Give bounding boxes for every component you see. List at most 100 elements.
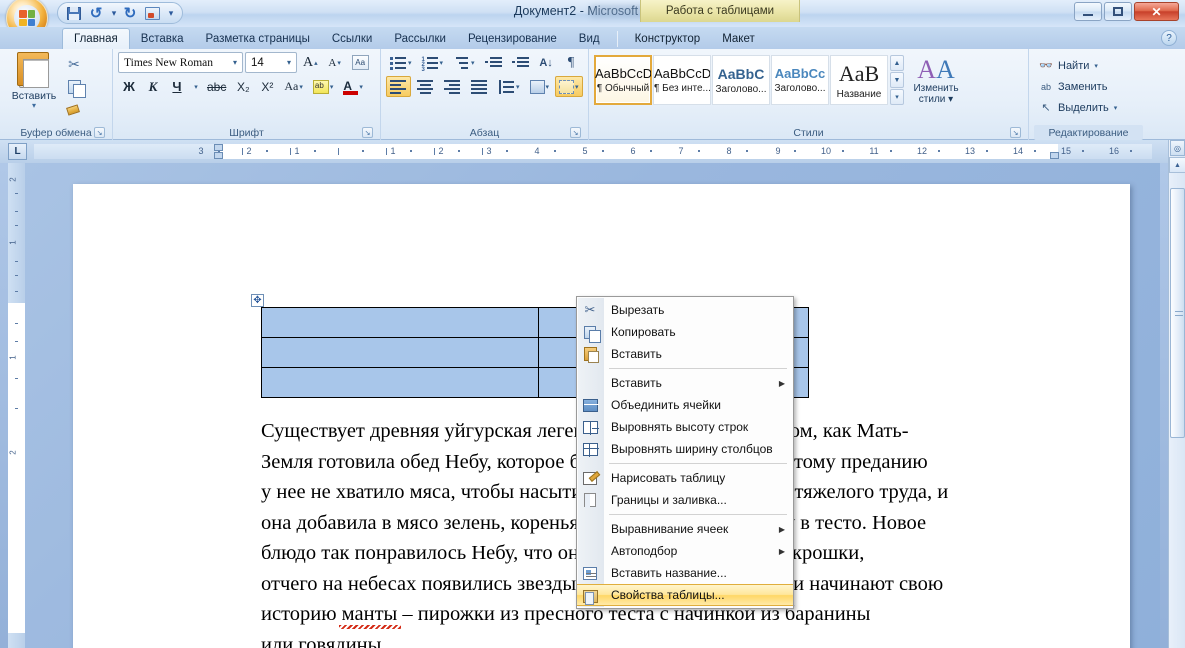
scrollbar-thumb[interactable]: [1170, 188, 1185, 438]
tab-ssylki[interactable]: Ссылки: [321, 28, 384, 49]
save-button[interactable]: [64, 4, 84, 22]
help-button[interactable]: ?: [1161, 30, 1177, 46]
tab-maket[interactable]: Макет: [711, 28, 766, 49]
context-menu-item-paste[interactable]: Вставить: [577, 343, 793, 365]
bullets-button[interactable]: ▾: [386, 52, 416, 73]
context-menu-item-draw-table[interactable]: Нарисовать таблицу: [577, 467, 793, 489]
redo-button[interactable]: ↻: [120, 4, 140, 22]
context-menu-item-autofit[interactable]: Автоподбор ▶: [577, 540, 793, 562]
justify-button[interactable]: [467, 76, 492, 97]
style-zagolovok-1[interactable]: AaBbC Заголово...: [712, 55, 770, 105]
superscript-button[interactable]: X²: [256, 76, 278, 97]
chevron-down-icon: ▾: [31, 101, 36, 110]
underline-dropdown[interactable]: ▾: [190, 76, 201, 97]
change-case-button[interactable]: Aa ▾: [280, 76, 307, 97]
select-browse-object-button[interactable]: ◎: [1170, 140, 1185, 156]
replace-button[interactable]: ab Заменить: [1034, 76, 1111, 97]
style-nazvanie[interactable]: AaB Название: [830, 55, 888, 105]
styles-dialog-launcher[interactable]: ↘: [1010, 127, 1021, 138]
table-move-handle[interactable]: ✥: [251, 294, 264, 307]
align-right-button[interactable]: [440, 76, 465, 97]
font-color-button[interactable]: A ▾: [339, 76, 367, 97]
context-menu-item-insert-caption[interactable]: Вставить название...: [577, 562, 793, 584]
tab-razmetka-stranicy[interactable]: Разметка страницы: [195, 28, 321, 49]
show-formatting-marks-button[interactable]: ¶: [560, 52, 583, 73]
context-menu-item-borders-shading[interactable]: Границы и заливка...: [577, 489, 793, 511]
align-center-button[interactable]: [413, 76, 438, 97]
tab-glavnaya[interactable]: Главная: [62, 28, 130, 49]
clear-formatting-button[interactable]: Aa: [348, 52, 373, 73]
table-cell[interactable]: [260, 307, 540, 338]
print-preview-button[interactable]: [142, 4, 162, 22]
undo-dropdown[interactable]: ▾: [108, 4, 118, 22]
font-dialog-launcher[interactable]: ↘: [362, 127, 373, 138]
ruler-track[interactable]: 3 2 1 1 2 3 4 5 6 7 8 9 10 11 12 13 14 1…: [34, 144, 1152, 159]
tab-recenzirovanie[interactable]: Рецензирование: [457, 28, 568, 49]
bold-button[interactable]: Ж: [118, 76, 140, 97]
shrink-font-button[interactable]: A ▾: [324, 52, 346, 73]
font-name-combo[interactable]: Times New Roman ▾: [118, 52, 243, 73]
context-menu-item-merge-cells[interactable]: Объединить ячейки: [577, 394, 793, 416]
italic-button[interactable]: К: [142, 76, 164, 97]
style-bez-intervala[interactable]: AaBbCcDc ¶ Без инте...: [653, 55, 711, 105]
context-menu-item-table-properties[interactable]: Свойства таблицы...: [577, 584, 793, 606]
paragraph-dialog-launcher[interactable]: ↘: [570, 127, 581, 138]
shading-button[interactable]: ▾: [526, 76, 554, 97]
style-zagolovok-2[interactable]: AaBbCc Заголово...: [771, 55, 829, 105]
align-left-button[interactable]: [386, 76, 411, 97]
subscript-button[interactable]: X₂: [232, 76, 254, 97]
context-menu-item-cut[interactable]: ✂ Вырезать: [577, 299, 793, 321]
styles-scroll-down-button[interactable]: ▼: [890, 72, 904, 88]
line-spacing-button[interactable]: ▾: [494, 76, 524, 97]
right-indent-marker[interactable]: [1050, 152, 1059, 159]
grow-font-button[interactable]: A ▴: [299, 52, 322, 73]
tab-vstavka[interactable]: Вставка: [130, 28, 195, 49]
table-context-menu[interactable]: ✂ Вырезать Копировать Вставить Вставить …: [576, 296, 794, 609]
select-button[interactable]: ↖ Выделить ▾: [1034, 97, 1121, 118]
tab-konstruktor[interactable]: Конструктор: [624, 28, 712, 49]
decrease-indent-icon: [484, 56, 502, 70]
hanging-indent-marker[interactable]: [214, 152, 223, 159]
find-button[interactable]: 👓 Найти ▾: [1034, 55, 1102, 76]
context-menu-item-distribute-rows[interactable]: Выровнять высоту строк: [577, 416, 793, 438]
borders-button[interactable]: ▾: [555, 76, 583, 97]
tab-rassylki[interactable]: Рассылки: [383, 28, 457, 49]
font-size-combo[interactable]: 14 ▾: [245, 52, 297, 73]
style-obychnyy[interactable]: AaBbCcDc ¶ Обычный: [594, 55, 652, 105]
horizontal-ruler[interactable]: L 3 2 1 1 2 3 4 5 6 7 8 9 10 11 12 13 14…: [0, 140, 1185, 163]
format-painter-button[interactable]: [63, 99, 85, 118]
first-line-indent-marker[interactable]: [214, 144, 223, 151]
context-menu-item-cell-alignment[interactable]: Выравнивание ячеек ▶: [577, 518, 793, 540]
undo-button[interactable]: ↺: [86, 4, 106, 22]
context-menu-item-distribute-columns[interactable]: Выровнять ширину столбцов: [577, 438, 793, 460]
increase-indent-button[interactable]: [508, 52, 533, 73]
tab-stop-selector[interactable]: L: [8, 143, 27, 160]
table-cell[interactable]: [260, 367, 540, 398]
decrease-indent-button[interactable]: [481, 52, 506, 73]
underline-button[interactable]: Ч: [166, 76, 188, 97]
change-styles-button[interactable]: AA Изменить стили ▾: [907, 55, 965, 106]
maximize-button[interactable]: [1104, 2, 1132, 21]
tab-vid[interactable]: Вид: [568, 28, 611, 49]
close-button[interactable]: ✕: [1134, 2, 1179, 21]
text-highlight-button[interactable]: ab ▾: [309, 76, 338, 97]
sort-button[interactable]: А↓: [535, 52, 558, 73]
copy-button[interactable]: [63, 77, 86, 98]
minimize-button[interactable]: [1074, 2, 1102, 21]
context-menu-item-insert[interactable]: Вставить ▶: [577, 372, 793, 394]
clipboard-dialog-launcher[interactable]: ↘: [94, 127, 105, 138]
table-cell[interactable]: [260, 337, 540, 368]
scroll-up-button[interactable]: ▲: [1169, 157, 1185, 173]
numbering-button[interactable]: 1 2 3 ▾: [418, 52, 448, 73]
cut-button[interactable]: ✂: [63, 55, 85, 74]
strikethrough-button[interactable]: abc: [203, 76, 230, 97]
multilevel-list-button[interactable]: ▾: [449, 52, 479, 73]
styles-more-button[interactable]: ▾: [890, 89, 904, 105]
context-menu-item-copy[interactable]: Копировать: [577, 321, 793, 343]
paste-button[interactable]: Вставить ▾: [5, 52, 63, 110]
vertical-ruler-tick: 2: [8, 177, 18, 182]
vertical-ruler[interactable]: 2 1 1 2: [8, 163, 25, 648]
vertical-scrollbar[interactable]: ◎ ▲: [1168, 140, 1185, 648]
customize-qat-button[interactable]: ▾: [164, 4, 176, 22]
styles-scroll-up-button[interactable]: ▲: [890, 55, 904, 71]
